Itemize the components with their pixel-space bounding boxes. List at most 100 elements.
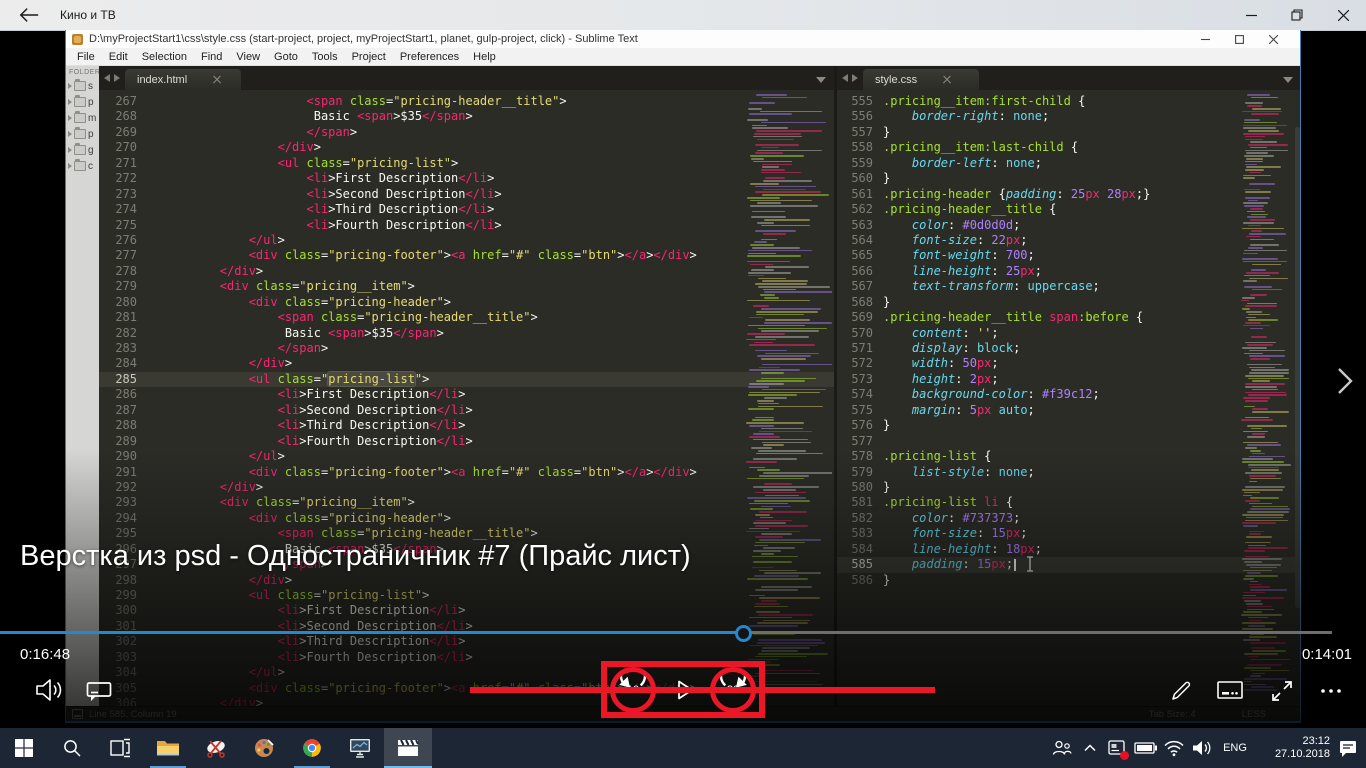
tray-people-button[interactable] xyxy=(1050,728,1074,768)
sublime-minimize-button[interactable] xyxy=(1188,30,1222,48)
seek-knob[interactable] xyxy=(735,625,752,642)
sublime-close-button[interactable] xyxy=(1256,30,1290,48)
menu-preferences[interactable]: Preferences xyxy=(393,51,466,63)
left-code-area[interactable]: 267 <span class="pricing-header__title">… xyxy=(99,90,834,707)
code-line: 583 font-size: 15px; xyxy=(837,526,1300,541)
tab-close-icon[interactable] xyxy=(943,76,951,84)
code-line: 286 <li>First Description</li> xyxy=(99,387,834,402)
menu-tools[interactable]: Tools xyxy=(305,51,345,63)
menu-selection[interactable]: Selection xyxy=(135,51,194,63)
folder-item[interactable]: g xyxy=(66,142,99,158)
taskbar-task-view-button[interactable] xyxy=(96,728,144,768)
tab-size-indicator[interactable]: Tab Size: 4 xyxy=(1149,709,1196,720)
code-line: 277 <div class="pricing-footer"><a href=… xyxy=(99,248,834,263)
tab-nav-arrows[interactable] xyxy=(837,66,863,90)
code-line: 558.pricing__item:last-child { xyxy=(837,140,1300,155)
language-indicator[interactable]: ENG xyxy=(1220,742,1250,754)
seek-bar[interactable] xyxy=(0,631,1332,634)
menu-file[interactable]: File xyxy=(70,51,102,63)
taskbar-start-button[interactable] xyxy=(0,728,48,768)
folder-item[interactable]: s xyxy=(66,78,99,94)
minimize-button[interactable] xyxy=(1228,0,1274,30)
menu-project[interactable]: Project xyxy=(345,51,393,63)
edit-button[interactable] xyxy=(1167,677,1195,705)
expand-arrow-icon[interactable] xyxy=(68,83,72,89)
menu-help[interactable]: Help xyxy=(466,51,503,63)
taskbar-snipping-tool-button[interactable] xyxy=(192,728,240,768)
action-center-button[interactable] xyxy=(1336,728,1360,768)
code-line: 559 border-left: none; xyxy=(837,156,1300,171)
expand-arrow-icon[interactable] xyxy=(68,115,72,121)
syntax-indicator[interactable]: LESS xyxy=(1242,709,1266,720)
code-line: 586} xyxy=(837,573,1300,588)
taskbar-search-button[interactable] xyxy=(48,728,96,768)
taskbar-paint-button[interactable] xyxy=(240,728,288,768)
chevron-right-icon xyxy=(1334,366,1356,396)
clock[interactable]: 23:12 27.10.2018 xyxy=(1256,735,1330,761)
folders-sidebar[interactable]: FOLDERS spmpgc xyxy=(66,66,99,707)
menu-goto[interactable]: Goto xyxy=(267,51,305,63)
subtitles-button[interactable] xyxy=(85,677,113,705)
restore-button[interactable] xyxy=(1274,0,1320,30)
tray-notify-app-button[interactable] xyxy=(1106,728,1130,768)
code-line: 578.pricing-list { xyxy=(837,449,1300,464)
taskbar-chrome-button[interactable] xyxy=(288,728,336,768)
folder-item[interactable]: p xyxy=(66,126,99,142)
tray-wifi-button[interactable] xyxy=(1162,728,1186,768)
code-line: 294 <div class="pricing-header"> xyxy=(99,511,834,526)
tray-chevron-up-button[interactable] xyxy=(1078,728,1102,768)
people-icon xyxy=(1051,738,1073,758)
start-icon xyxy=(14,738,34,758)
expand-arrow-icon[interactable] xyxy=(68,147,72,153)
maximize-icon xyxy=(1235,35,1244,44)
taskbar-photos-button[interactable] xyxy=(336,728,384,768)
code-line: 575 margin: 5px auto; xyxy=(837,403,1300,418)
sublime-maximize-button[interactable] xyxy=(1222,30,1256,48)
taskbar-file-explorer-button[interactable] xyxy=(144,728,192,768)
code-line: 579 list-style: none; xyxy=(837,465,1300,480)
tab-overflow-icon[interactable] xyxy=(1283,77,1293,83)
annotation-red-circle-skip-forward xyxy=(710,667,756,713)
folder-item[interactable]: c xyxy=(66,158,99,174)
expand-arrow-icon[interactable] xyxy=(68,99,72,105)
code-line: 556 border-right: none; xyxy=(837,109,1300,124)
tab-overflow-icon[interactable] xyxy=(816,77,826,83)
code-line: 568} xyxy=(837,295,1300,310)
movies-tv-icon xyxy=(396,737,420,759)
tray-volume-icon xyxy=(1191,739,1213,757)
tab-style-css[interactable]: style.css xyxy=(863,69,979,90)
left-minimap[interactable] xyxy=(746,90,832,707)
expand-arrow-icon[interactable] xyxy=(68,163,72,169)
tab-index-html[interactable]: index.html xyxy=(125,69,241,90)
chevron-up-icon xyxy=(1082,741,1098,755)
code-line: 270 </div> xyxy=(99,140,834,155)
menu-view[interactable]: View xyxy=(229,51,267,63)
close-button[interactable] xyxy=(1320,0,1366,30)
folder-item[interactable]: m xyxy=(66,110,99,126)
fullscreen-button[interactable] xyxy=(1268,677,1296,705)
menu-edit[interactable]: Edit xyxy=(102,51,135,63)
expand-arrow-icon[interactable] xyxy=(68,131,72,137)
tab-nav-arrows[interactable] xyxy=(99,66,125,90)
taskbar-movies-tv-button[interactable] xyxy=(384,728,432,768)
right-scrollbar[interactable] xyxy=(1295,90,1300,707)
code-line: 576} xyxy=(837,418,1300,433)
tab-close-icon[interactable] xyxy=(213,76,221,84)
folder-item[interactable]: p xyxy=(66,94,99,110)
right-code-area[interactable]: 555.pricing__item:first-child {556 borde… xyxy=(837,90,1300,707)
annotation-red-circle-skip-back xyxy=(610,667,656,713)
back-button[interactable] xyxy=(12,3,46,27)
folder-icon xyxy=(74,129,86,139)
volume-button[interactable] xyxy=(34,675,64,705)
sublime-window-title: D:\myProjectStart1\css\style.css (start-… xyxy=(89,33,638,45)
menu-find[interactable]: Find xyxy=(194,51,229,63)
battery-icon xyxy=(1134,740,1158,756)
next-video-button[interactable] xyxy=(1334,366,1356,396)
tray-tray-volume-button[interactable] xyxy=(1190,728,1214,768)
mini-player-button[interactable] xyxy=(1215,677,1245,705)
code-line: 299 <ul class="pricing-list"> xyxy=(99,588,834,603)
tray-battery-button[interactable] xyxy=(1134,728,1158,768)
more-button[interactable] xyxy=(1317,677,1345,705)
right-minimap[interactable] xyxy=(1241,90,1293,707)
code-line: 275 <li>Fourth Description</li> xyxy=(99,218,834,233)
